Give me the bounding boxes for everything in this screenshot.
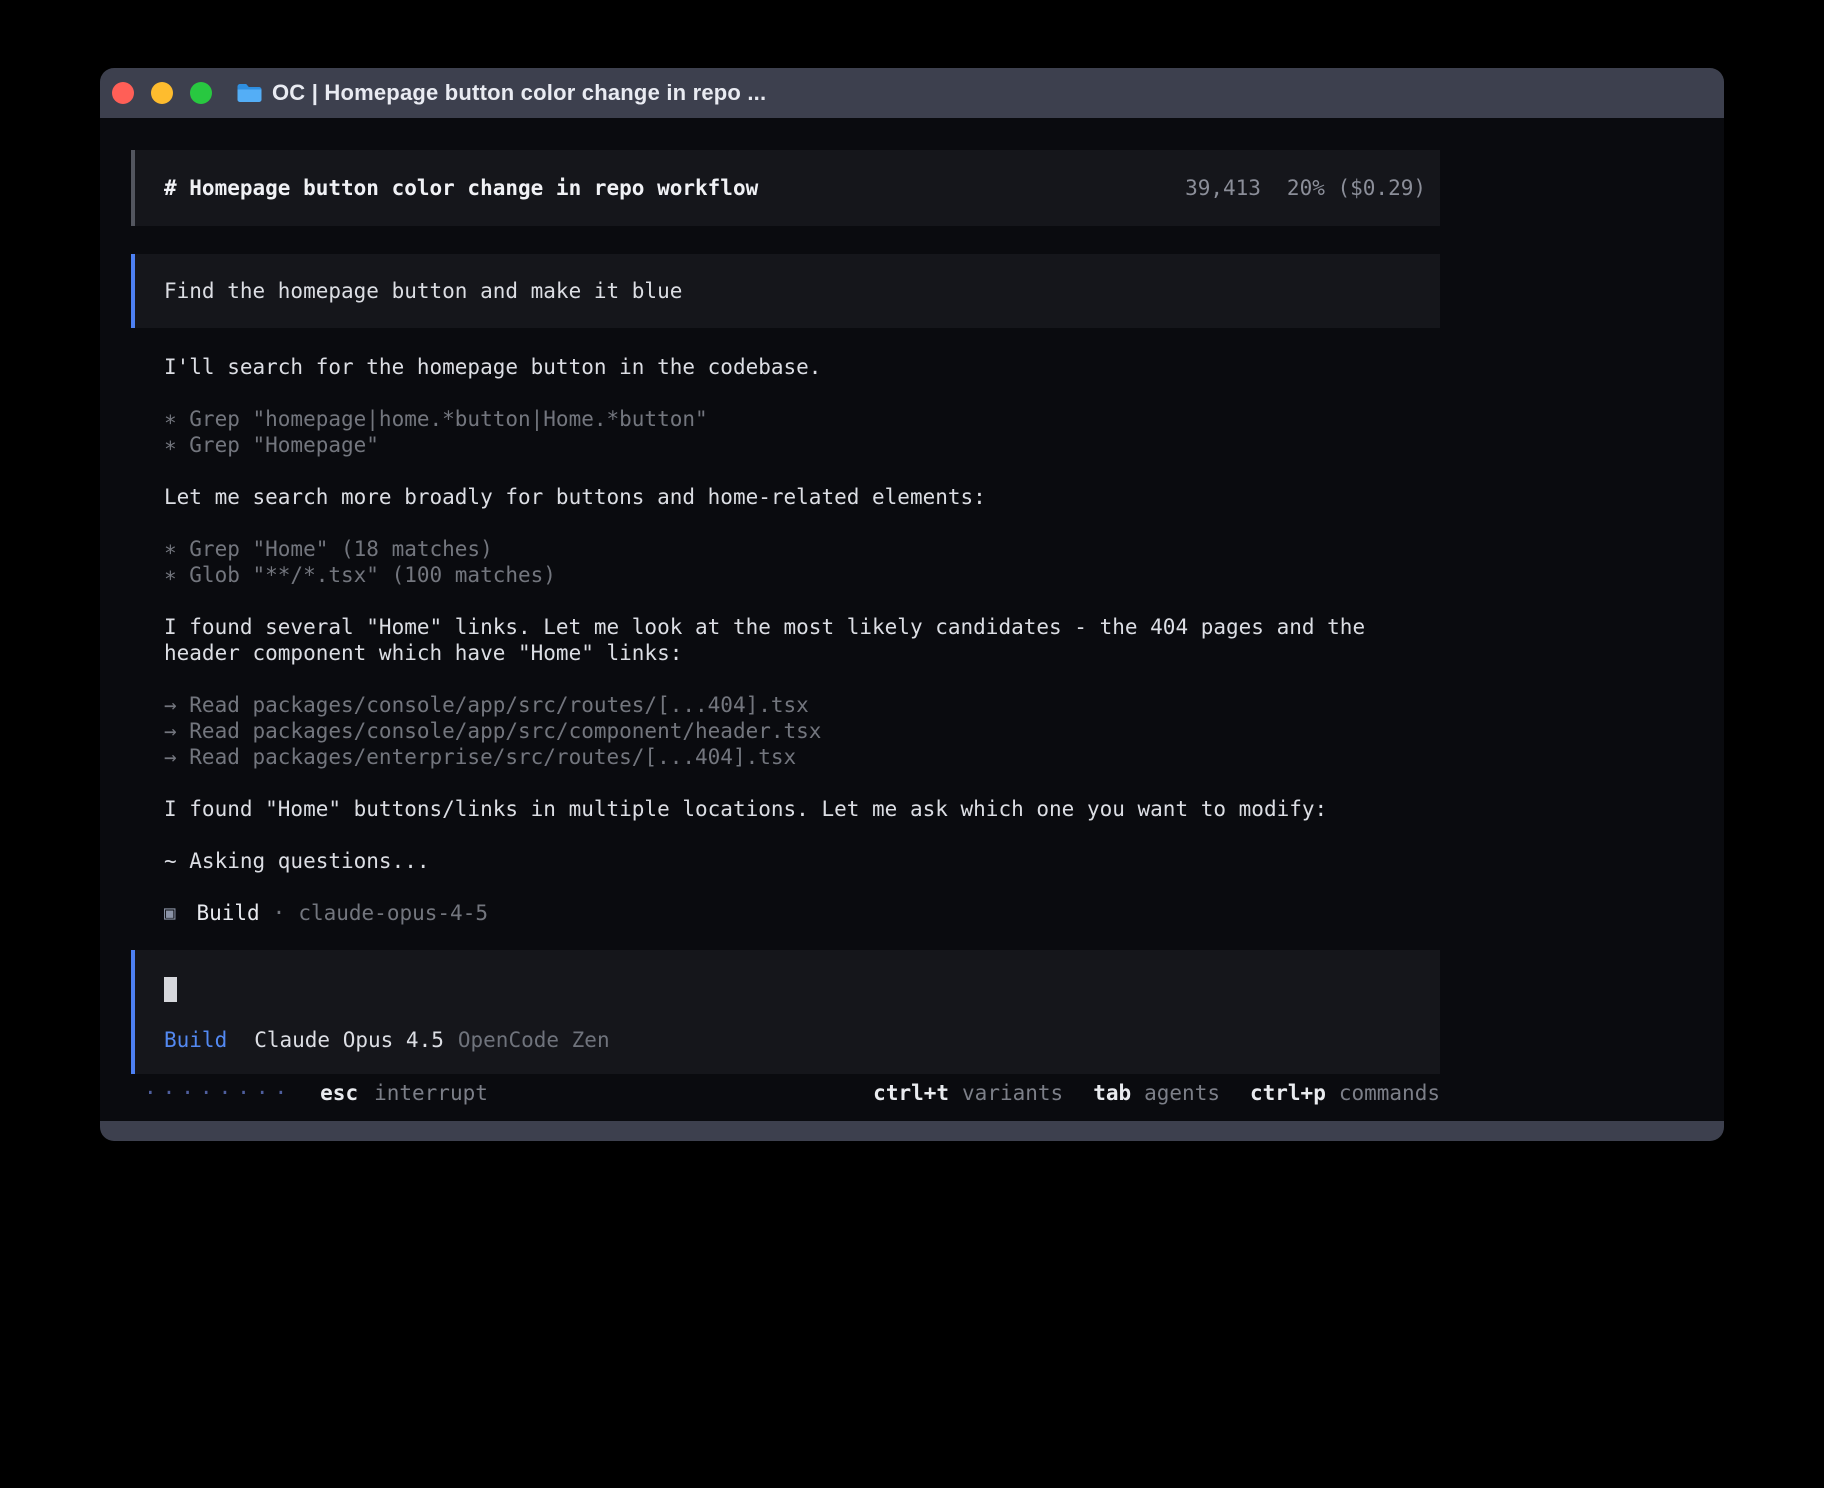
tool-call-grep: ∗ Grep "homepage|home.*button|Home.*butt…: [164, 406, 1440, 432]
hint-key: ctrl+t: [873, 1080, 949, 1106]
hint-key: tab: [1093, 1080, 1131, 1106]
hint-variants: ctrl+t variants: [873, 1080, 1063, 1106]
terminal-content[interactable]: # Homepage button color change in repo w…: [100, 118, 1724, 1121]
status-text: ~ Asking questions...: [164, 848, 1440, 874]
assistant-text: I found several "Home" links. Let me loo…: [164, 614, 1440, 666]
activity-dots: ········: [144, 1080, 293, 1106]
prompt-input[interactable]: Build Claude Opus 4.5 OpenCode Zen: [131, 950, 1440, 1074]
agent-name: Build: [196, 900, 259, 926]
folder-icon: [236, 82, 263, 104]
user-message-text: Find the homepage button and make it blu…: [164, 278, 1416, 304]
footer-statusbar: ········ esc interrupt ctrl+t variants t…: [131, 1080, 1440, 1106]
hint-label: interrupt: [374, 1080, 488, 1106]
input-provider: OpenCode Zen: [458, 1027, 610, 1053]
input-statusline: Build Claude Opus 4.5 OpenCode Zen: [164, 1027, 1416, 1053]
tool-call-read: → Read packages/enterprise/src/routes/[.…: [164, 744, 1440, 770]
terminal-window: OC | Homepage button color change in rep…: [100, 68, 1724, 1141]
close-button[interactable]: [112, 82, 134, 104]
session-content: # Homepage button color change in repo w…: [131, 150, 1440, 1106]
token-count: 39,413: [1185, 175, 1261, 201]
agent-icon: ▣: [164, 900, 175, 926]
input-mode: Build: [164, 1027, 227, 1053]
session-title: # Homepage button color change in repo w…: [164, 175, 758, 201]
window-bottom-chrome: [100, 1121, 1724, 1141]
zoom-button[interactable]: [190, 82, 212, 104]
tool-call-read: → Read packages/console/app/src/routes/[…: [164, 692, 1440, 718]
minimize-button[interactable]: [151, 82, 173, 104]
hint-commands: ctrl+p commands: [1250, 1080, 1440, 1106]
input-model: Claude Opus 4.5: [254, 1027, 444, 1053]
assistant-text: Let me search more broadly for buttons a…: [164, 484, 1440, 510]
session-header: # Homepage button color change in repo w…: [131, 150, 1440, 226]
assistant-text: I found "Home" buttons/links in multiple…: [164, 796, 1440, 822]
hint-agents: tab agents: [1093, 1080, 1220, 1106]
tool-call-grep: ∗ Grep "Homepage": [164, 432, 1440, 458]
window-title: OC | Homepage button color change in rep…: [272, 80, 766, 106]
user-message: Find the homepage button and make it blu…: [131, 254, 1440, 328]
hint-label: variants: [962, 1080, 1063, 1106]
titlebar[interactable]: OC | Homepage button color change in rep…: [100, 68, 1724, 118]
hint-interrupt: esc interrupt: [320, 1080, 488, 1106]
hint-label: agents: [1144, 1080, 1220, 1106]
hint-label: commands: [1339, 1080, 1440, 1106]
hint-key: ctrl+p: [1250, 1080, 1326, 1106]
tool-call-grep: ∗ Grep "Home" (18 matches): [164, 536, 1440, 562]
agent-model: claude-opus-4-5: [298, 900, 488, 926]
tool-call-read: → Read packages/console/app/src/componen…: [164, 718, 1440, 744]
text-cursor: [164, 977, 177, 1002]
hint-key: esc: [320, 1080, 358, 1106]
assistant-text: I'll search for the homepage button in t…: [164, 354, 1440, 380]
footer-hints-right: ctrl+t variants tab agents ctrl+p comman…: [873, 1080, 1440, 1106]
context-cost: 20% ($0.29): [1287, 175, 1426, 201]
tool-call-glob: ∗ Glob "**/*.tsx" (100 matches): [164, 562, 1440, 588]
agent-row: ▣ Build · claude-opus-4-5: [164, 900, 1440, 926]
traffic-lights: [112, 82, 212, 104]
agent-separator: ·: [273, 900, 286, 926]
session-stats: 39,413 20% ($0.29): [1185, 175, 1426, 201]
